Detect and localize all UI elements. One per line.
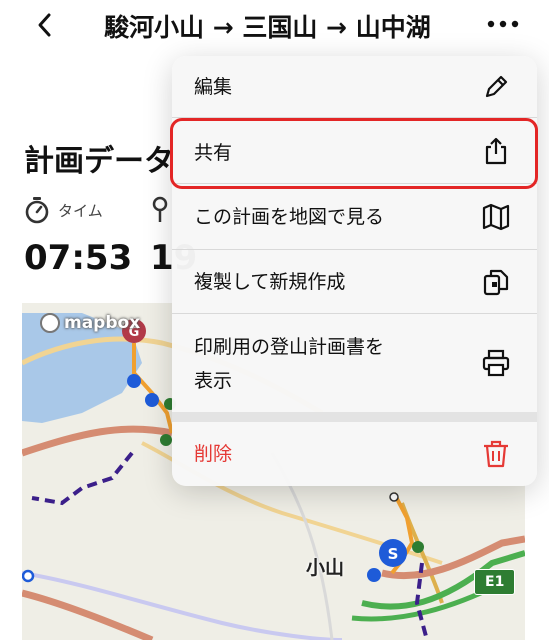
mapbox-logo: mapbox [40, 313, 140, 333]
ellipsis-icon[interactable] [486, 14, 520, 34]
pencil-icon [485, 75, 508, 98]
menu-item-label-line2: 表示 [194, 370, 233, 392]
mapbox-mark-icon [40, 313, 60, 333]
menu-item-label: 削除 [194, 443, 233, 465]
menu-item-label-line1: 印刷用の登山計画書を [194, 336, 385, 358]
svg-text:S: S [388, 545, 399, 563]
time-label: タイム [58, 201, 103, 220]
copy-icon [483, 269, 509, 296]
stopwatch-icon [25, 197, 49, 224]
menu-divider [172, 412, 537, 422]
menu-item-label: 複製して新規作成 [194, 271, 346, 293]
trash-icon [484, 440, 508, 468]
section-title: 計画データ [24, 144, 174, 179]
menu-item-edit[interactable]: 編集 [172, 56, 537, 118]
top-bar: 駿河小山 → 三国山 → 山中湖 [0, 0, 549, 50]
map-icon [482, 203, 510, 231]
time-value: 07:53 [24, 238, 133, 278]
distance-icon [152, 196, 168, 222]
share-highlight-box [170, 118, 538, 189]
printer-icon [482, 349, 510, 377]
menu-item-label: この計画を地図で見る [194, 206, 385, 228]
map-place-label: 小山 [306, 557, 345, 579]
page-title: 駿河小山 → 三国山 → 山中湖 [104, 13, 431, 42]
menu-item-delete[interactable]: 削除 [172, 422, 537, 486]
road-shield: E1 [474, 569, 516, 595]
chevron-left-icon[interactable] [30, 10, 60, 40]
mapbox-wordmark: mapbox [64, 313, 141, 333]
menu-item-print-plan[interactable]: 印刷用の登山計画書を 表示 [172, 314, 537, 412]
menu-item-duplicate[interactable]: 複製して新規作成 [172, 250, 537, 314]
menu-item-label: 編集 [194, 76, 233, 98]
menu-item-view-on-map[interactable]: この計画を地図で見る [172, 184, 537, 250]
stat-time-header: タイム [24, 196, 103, 224]
